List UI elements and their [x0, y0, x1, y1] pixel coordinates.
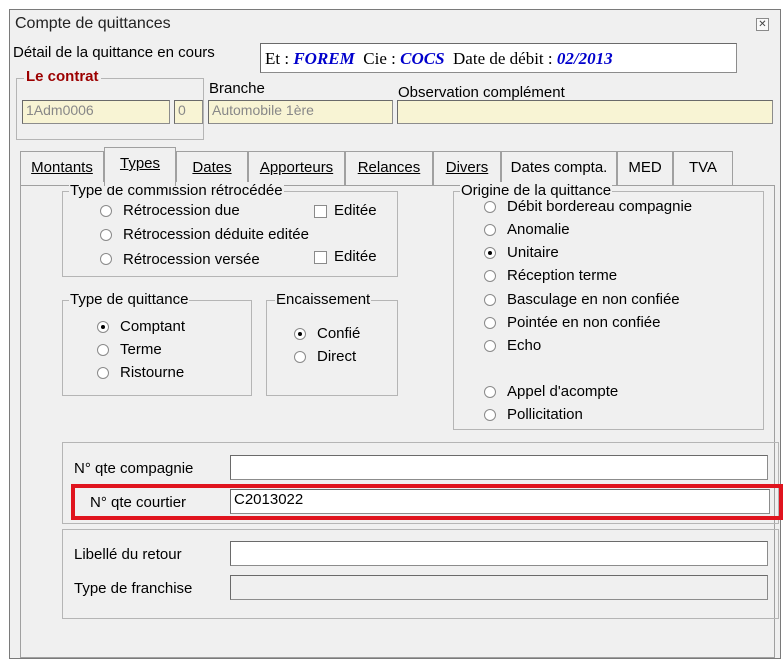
date-label: Date de débit : — [453, 49, 553, 68]
title-bar: Compte de quittances ✕ — [10, 10, 780, 38]
commission-title: Type de commission rétrocédée — [69, 182, 284, 199]
tab-label: Divers — [445, 159, 489, 176]
pollicitation-label: Pollicitation — [507, 406, 583, 423]
origine-title: Origine de la quittance — [460, 182, 613, 199]
tab-types[interactable]: Types — [104, 147, 176, 186]
radio-echo[interactable] — [484, 340, 496, 352]
close-icon[interactable]: ✕ — [756, 18, 769, 31]
libelle-retour-input[interactable] — [230, 541, 768, 566]
confie-label: Confié — [317, 325, 361, 342]
franchise-field — [230, 575, 768, 600]
date-value: 02/2013 — [556, 49, 613, 68]
compte-quittances-window: Compte de quittances ✕ Détail de la quit… — [9, 9, 783, 659]
radio-direct[interactable] — [294, 351, 306, 363]
window-title: Compte de quittances — [15, 15, 171, 32]
radio-appel-acompte[interactable] — [484, 386, 496, 398]
tab-dates-compta[interactable]: Dates compta. — [501, 151, 617, 185]
observation-label: Observation complément — [398, 84, 565, 101]
direct-label: Direct — [317, 348, 357, 365]
radio-anomalie[interactable] — [484, 224, 496, 236]
radio-retrocession-due[interactable] — [100, 205, 112, 217]
branche-value: Automobile 1ère — [212, 102, 314, 118]
tab-label: Apporteurs — [259, 159, 334, 176]
cie-value: COCS — [400, 49, 445, 68]
tab-med[interactable]: MED — [617, 151, 673, 185]
contract-code-field: 1Adm0006 — [22, 100, 170, 124]
radio-reception-terme[interactable] — [484, 270, 496, 282]
detail-label: Détail de la quittance en cours — [13, 44, 215, 61]
radio-unitaire[interactable] — [484, 247, 496, 259]
tab-label: Dates compta. — [510, 159, 608, 176]
tab-label: Dates — [192, 159, 232, 176]
type-quittance-title: Type de quittance — [69, 291, 190, 308]
reception-terme-label: Réception terme — [507, 267, 618, 284]
radio-basculage[interactable] — [484, 294, 496, 306]
comptant-label: Comptant — [120, 318, 186, 335]
radio-debit-bordereau[interactable] — [484, 201, 496, 213]
tab-divers[interactable]: Divers — [433, 151, 501, 185]
radio-ristourne[interactable] — [97, 367, 109, 379]
debit-bordereau-label: Débit bordereau compagnie — [507, 198, 693, 215]
radio-retrocession-versee[interactable] — [100, 253, 112, 265]
encaissement-title: Encaissement — [275, 291, 372, 308]
radio-pollicitation[interactable] — [484, 409, 496, 421]
et-value: FOREM — [293, 49, 355, 68]
franchise-label: Type de franchise — [74, 580, 193, 597]
tab-dates[interactable]: Dates — [176, 151, 248, 185]
checkbox-editee-2[interactable] — [314, 251, 327, 264]
courtier-value: C2013022 — [234, 491, 304, 508]
echo-label: Echo — [507, 337, 542, 354]
retrocession-due-label: Rétrocession due — [123, 202, 240, 219]
compagnie-input[interactable] — [230, 455, 768, 480]
tab-label: TVA — [688, 159, 718, 176]
courtier-input[interactable]: C2013022 — [230, 489, 770, 514]
checkbox-editee-1[interactable] — [314, 205, 327, 218]
tab-label: Types — [119, 155, 161, 172]
unitaire-label: Unitaire — [507, 244, 559, 261]
ristourne-label: Ristourne — [120, 364, 185, 381]
contract-num: 0 — [178, 102, 186, 118]
libelle-retour-label: Libellé du retour — [74, 546, 182, 563]
tab-relances[interactable]: Relances — [345, 151, 433, 185]
tab-montants[interactable]: Montants — [20, 151, 104, 185]
tab-tva[interactable]: TVA — [673, 151, 733, 185]
radio-comptant[interactable] — [97, 321, 109, 333]
contract-num-field: 0 — [174, 100, 203, 124]
editee-label-2: Editée — [334, 248, 377, 265]
terme-label: Terme — [120, 341, 162, 358]
branche-field: Automobile 1ère — [208, 100, 393, 124]
radio-confie[interactable] — [294, 328, 306, 340]
contract-code: 1Adm0006 — [26, 102, 94, 118]
retrocession-versee-label: Rétrocession versée — [123, 251, 260, 268]
retrocession-deduite-label: Rétrocession déduite editée — [123, 226, 309, 243]
courtier-label: N° qte courtier — [90, 494, 187, 511]
tab-label: Montants — [31, 159, 93, 176]
basculage-label: Basculage en non confiée — [507, 291, 680, 308]
et-label: Et : — [265, 49, 290, 68]
detail-field: Et : FOREM Cie : COCS Date de débit : 02… — [260, 43, 737, 73]
radio-terme[interactable] — [97, 344, 109, 356]
appel-acompte-label: Appel d'acompte — [507, 383, 619, 400]
tab-label: Relances — [357, 159, 421, 176]
radio-pointee[interactable] — [484, 317, 496, 329]
cie-label: Cie : — [363, 49, 396, 68]
tab-apporteurs[interactable]: Apporteurs — [248, 151, 345, 185]
contract-label: Le contrat — [24, 68, 101, 85]
anomalie-label: Anomalie — [507, 221, 570, 238]
pointee-label: Pointée en non confiée — [507, 314, 661, 331]
tab-label: MED — [628, 159, 662, 176]
compagnie-label: N° qte compagnie — [74, 460, 194, 477]
editee-label-1: Editée — [334, 202, 377, 219]
observation-field — [397, 100, 773, 124]
radio-retrocession-deduite[interactable] — [100, 229, 112, 241]
branche-label: Branche — [209, 80, 265, 97]
